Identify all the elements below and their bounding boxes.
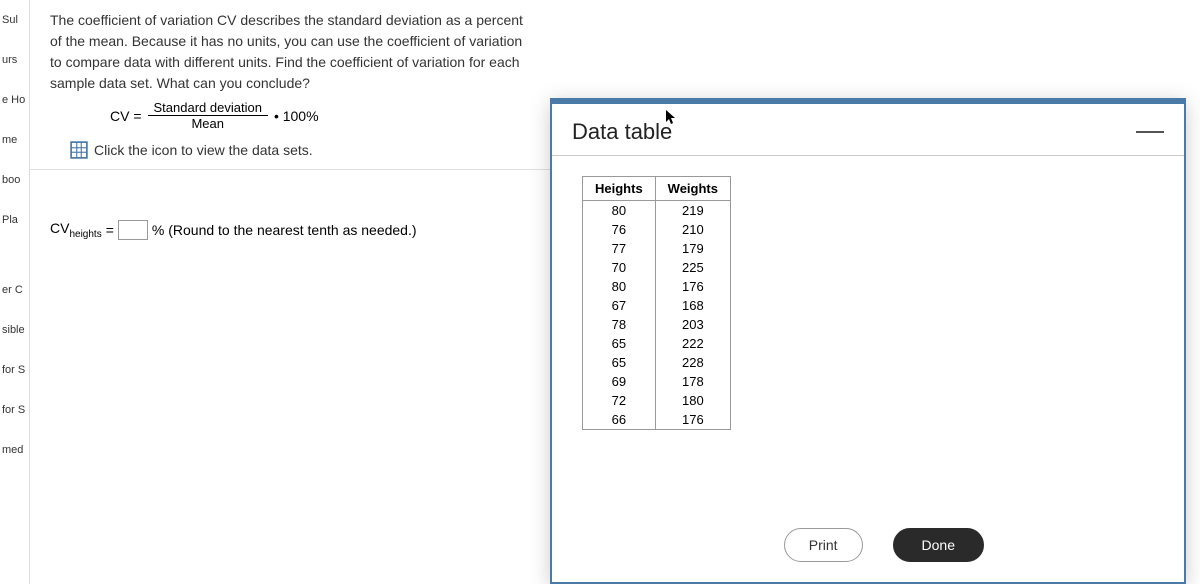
modal-body: Heights Weights 802197621077179702258017… xyxy=(552,155,1184,450)
height-cell: 66 xyxy=(583,410,656,430)
sidebar-item[interactable]: me xyxy=(0,120,29,160)
weight-cell: 225 xyxy=(655,258,730,277)
height-cell: 77 xyxy=(583,239,656,258)
weight-cell: 210 xyxy=(655,220,730,239)
table-row: 67168 xyxy=(583,296,731,315)
weight-cell: 176 xyxy=(655,410,730,430)
cv-formula-label: CV = xyxy=(110,108,142,124)
weight-cell: 178 xyxy=(655,372,730,391)
print-button[interactable]: Print xyxy=(784,528,863,562)
answer-suffix: % (Round to the nearest tenth as needed.… xyxy=(152,222,417,238)
sidebar-item[interactable]: for S xyxy=(0,390,29,430)
height-cell: 69 xyxy=(583,372,656,391)
col-weights-header: Weights xyxy=(655,177,730,201)
sidebar-item[interactable]: er C xyxy=(0,270,29,310)
table-row: 78203 xyxy=(583,315,731,334)
sidebar-item[interactable]: urs xyxy=(0,40,29,80)
sidebar-item[interactable]: for S xyxy=(0,350,29,390)
sidebar-item[interactable]: Sul xyxy=(0,0,29,40)
height-cell: 67 xyxy=(583,296,656,315)
data-table-modal: Data table Heights Weights 8021976210771… xyxy=(550,98,1186,584)
height-cell: 72 xyxy=(583,391,656,410)
data-link-row[interactable]: Click the icon to view the data sets. xyxy=(70,141,530,159)
col-heights-header: Heights xyxy=(583,177,656,201)
modal-title: Data table xyxy=(572,119,672,145)
cv-fraction: Standard deviation Mean xyxy=(148,100,268,131)
cv-formula: CV = Standard deviation Mean • 100% xyxy=(110,100,530,131)
data-table: Heights Weights 802197621077179702258017… xyxy=(582,176,731,430)
weight-cell: 180 xyxy=(655,391,730,410)
sidebar-item[interactable]: sible xyxy=(0,310,29,350)
sidebar: Sul urs e Ho me boo Pla er C sible for S… xyxy=(0,0,30,584)
modal-header: Data table xyxy=(552,104,1184,155)
minimize-icon[interactable] xyxy=(1136,131,1164,133)
sidebar-item[interactable]: med xyxy=(0,430,29,470)
height-cell: 76 xyxy=(583,220,656,239)
table-row: 77179 xyxy=(583,239,731,258)
height-cell: 70 xyxy=(583,258,656,277)
table-row: 70225 xyxy=(583,258,731,277)
table-row: 76210 xyxy=(583,220,731,239)
sidebar-item[interactable]: e Ho xyxy=(0,80,29,120)
answer-equals: = xyxy=(106,222,114,238)
data-sets-link[interactable]: Click the icon to view the data sets. xyxy=(94,142,313,158)
table-row: 80176 xyxy=(583,277,731,296)
content-area: The coefficient of variation CV describe… xyxy=(30,0,1200,584)
height-cell: 78 xyxy=(583,315,656,334)
table-row: 66176 xyxy=(583,410,731,430)
table-row: 65222 xyxy=(583,334,731,353)
table-row: 65228 xyxy=(583,353,731,372)
weight-cell: 222 xyxy=(655,334,730,353)
table-icon xyxy=(70,141,88,159)
sidebar-item[interactable]: boo xyxy=(0,160,29,200)
sidebar-item[interactable]: Pla xyxy=(0,200,29,240)
table-row: 72180 xyxy=(583,391,731,410)
height-cell: 65 xyxy=(583,353,656,372)
cv-denominator: Mean xyxy=(185,116,230,131)
cv-heights-input[interactable] xyxy=(118,220,148,240)
answer-row: CVheights = % (Round to the nearest tent… xyxy=(50,220,550,240)
table-row: 69178 xyxy=(583,372,731,391)
height-cell: 65 xyxy=(583,334,656,353)
question-area: The coefficient of variation CV describe… xyxy=(30,0,550,170)
weight-cell: 203 xyxy=(655,315,730,334)
cv-multiplier: • 100% xyxy=(274,108,319,124)
height-cell: 80 xyxy=(583,201,656,221)
weight-cell: 219 xyxy=(655,201,730,221)
done-button[interactable]: Done xyxy=(893,528,984,562)
answer-cv-label: CVheights xyxy=(50,220,102,240)
question-text: The coefficient of variation CV describe… xyxy=(50,10,530,94)
weight-cell: 228 xyxy=(655,353,730,372)
table-row: 80219 xyxy=(583,201,731,221)
height-cell: 80 xyxy=(583,277,656,296)
modal-footer: Print Done xyxy=(784,528,984,562)
cv-numerator: Standard deviation xyxy=(148,100,268,116)
weight-cell: 179 xyxy=(655,239,730,258)
weight-cell: 168 xyxy=(655,296,730,315)
weight-cell: 176 xyxy=(655,277,730,296)
